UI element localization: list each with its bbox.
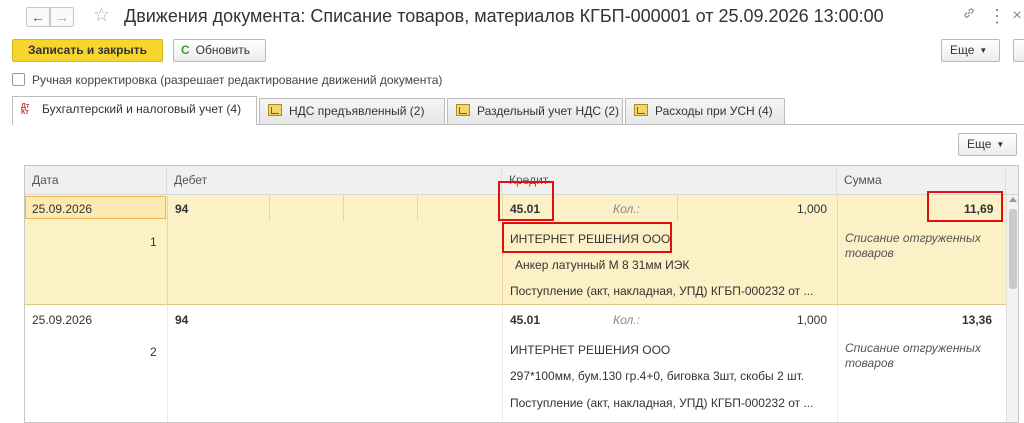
credit-subconto-counterparty: ИНТЕРНЕТ РЕШЕНИЯ ООО: [510, 343, 671, 357]
debit-account: 94: [175, 313, 189, 327]
column-divider: [417, 195, 418, 221]
manual-adjustment-label: Ручная корректировка (разрешает редактир…: [32, 72, 443, 87]
tab-label: Раздельный учет НДС (2): [477, 104, 620, 118]
credit-subconto-item: 297*100мм, бум.130 гр.4+0, биговка 3шт, …: [510, 369, 805, 383]
row-date: 25.09.2026: [32, 202, 93, 216]
credit-account: 45.01: [510, 313, 541, 327]
row-amount: 13,36: [962, 313, 993, 327]
manual-adjustment-row[interactable]: Ручная корректировка (разрешает редактир…: [12, 72, 442, 88]
quantity-value: 1,000: [797, 202, 828, 216]
refresh-button[interactable]: C Обновить: [173, 39, 266, 62]
title-bar: ← → ☆ Движения документа: Списание товар…: [0, 0, 1024, 34]
column-divider: [677, 195, 678, 221]
more-actions-label: Еще: [950, 43, 975, 57]
link-icon-glyph: [964, 8, 974, 18]
column-divider: [167, 305, 168, 422]
more-vertical-icon[interactable]: ⋮: [987, 6, 1007, 26]
credit-subconto-item: Анкер латунный М 8 31мм ИЭК: [515, 258, 690, 272]
register-icon: [456, 104, 470, 116]
scroll-thumb[interactable]: [1009, 209, 1017, 289]
entries-table[interactable]: Дата Дебет Кредит Сумма 25.09.2026 1 94 …: [24, 165, 1019, 423]
column-divider: [837, 305, 838, 422]
chevron-down-icon: ▼: [979, 46, 988, 55]
highlight-amount: [927, 191, 1003, 222]
link-icon[interactable]: [959, 6, 979, 26]
column-date[interactable]: Дата: [25, 166, 167, 195]
row-number: 2: [150, 345, 157, 359]
forward-arrow-icon[interactable]: →: [50, 7, 74, 27]
column-debit[interactable]: Дебет: [167, 166, 502, 195]
star-icon[interactable]: ☆: [93, 5, 110, 27]
table-row[interactable]: 25.09.2026 2 94 45.01 Кол.: 1,000 ИНТЕРН…: [25, 305, 1006, 422]
tab-separate-vat[interactable]: Раздельный учет НДС (2): [447, 98, 623, 124]
tab-bar: Дт Кт Бухгалтерский и налоговый учет (4) Н…: [12, 96, 1024, 125]
vertical-scrollbar[interactable]: [1006, 195, 1018, 422]
column-divider: [502, 305, 503, 422]
tab-label: Расходы при УСН (4): [655, 104, 773, 118]
row-date: 25.09.2026: [32, 313, 93, 327]
credit-subconto-document: Поступление (акт, накладная, УПД) КГБП-0…: [510, 396, 814, 410]
register-icon: [634, 104, 648, 116]
refresh-label: Обновить: [195, 43, 251, 57]
back-arrow-icon[interactable]: ←: [26, 7, 50, 27]
kt-icon-text: Кт: [21, 109, 29, 116]
tab-vat-presented[interactable]: НДС предъявленный (2): [259, 98, 445, 124]
table-row[interactable]: 25.09.2026 1 94 45.01 Кол.: 1,000 ИНТЕРН…: [25, 181, 1006, 305]
edge-button[interactable]: [1013, 39, 1024, 62]
more-actions-button[interactable]: Еще ▼: [941, 39, 1000, 62]
close-icon[interactable]: ×: [1007, 6, 1024, 26]
row-content: Списание отгруженных товаров: [845, 231, 981, 260]
scroll-up-icon[interactable]: [1009, 197, 1017, 202]
refresh-icon: C: [181, 43, 190, 57]
table-more-label: Еще: [967, 137, 992, 151]
column-divider: [269, 195, 270, 221]
save-and-close-button[interactable]: Записать и закрыть: [12, 39, 163, 62]
quantity-label: Кол.:: [613, 202, 640, 216]
window-title: Движения документа: Списание товаров, ма…: [124, 6, 884, 26]
manual-adjustment-checkbox[interactable]: [12, 73, 25, 87]
quantity-label: Кол.:: [613, 313, 640, 327]
dt-kt-icon: Дт Кт: [21, 103, 35, 116]
quantity-value: 1,000: [797, 313, 828, 327]
row-content: Списание отгруженных товаров: [845, 341, 981, 370]
chevron-down-icon: ▼: [996, 140, 1005, 149]
highlight-counterparty: [502, 222, 672, 253]
column-divider: [837, 195, 838, 305]
tab-usn-expenses[interactable]: Расходы при УСН (4): [625, 98, 785, 124]
highlight-credit-account: [498, 181, 554, 221]
column-divider: [167, 195, 168, 305]
register-icon: [268, 104, 282, 116]
tab-label: Бухгалтерский и налоговый учет (4): [42, 102, 242, 116]
tab-accounting[interactable]: Дт Кт Бухгалтерский и налоговый учет (4): [12, 96, 257, 125]
row-number: 1: [150, 235, 157, 249]
column-divider: [343, 195, 344, 221]
table-more-button[interactable]: Еще ▼: [958, 133, 1017, 156]
debit-account: 94: [175, 202, 189, 216]
tab-label: НДС предъявленный (2): [289, 104, 425, 118]
credit-subconto-document: Поступление (акт, накладная, УПД) КГБП-0…: [510, 284, 814, 298]
